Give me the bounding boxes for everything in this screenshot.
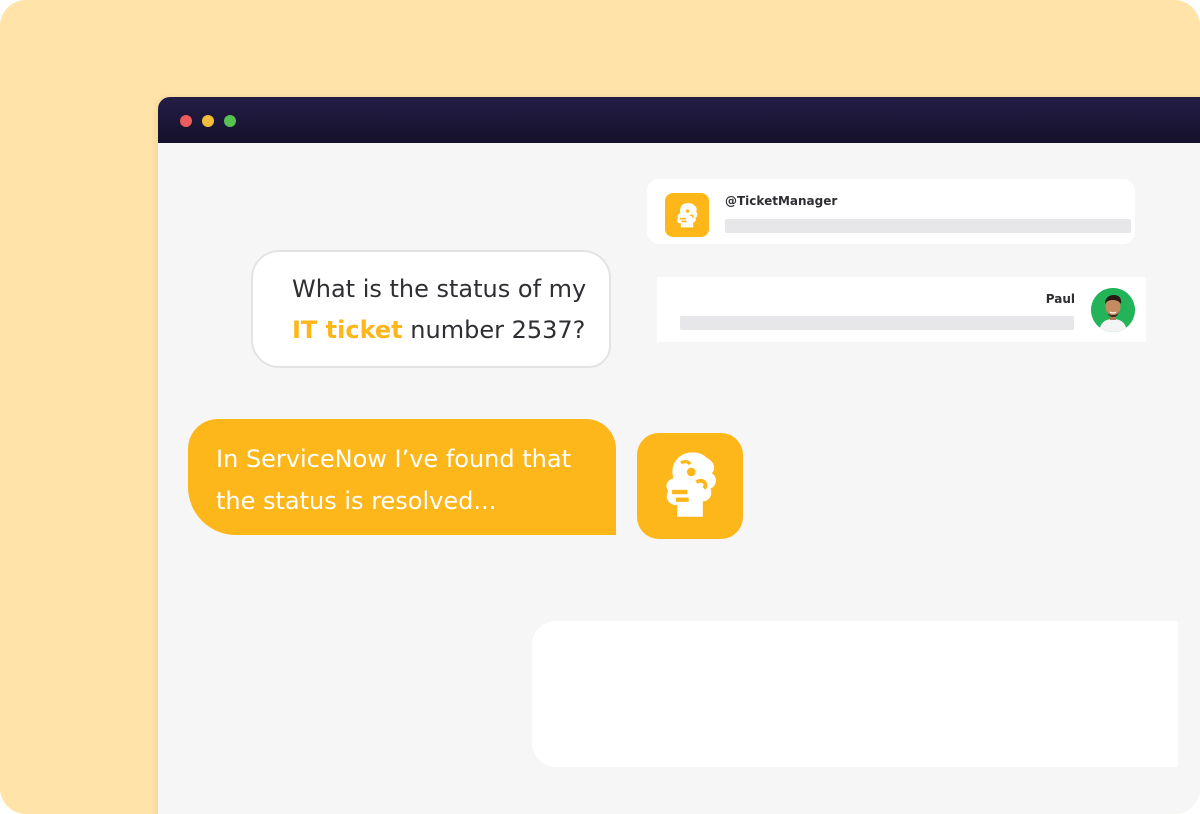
page-background: @TicketManager Paul What is the status o… bbox=[0, 0, 1200, 814]
user-message-line-2-rest: number 2537? bbox=[402, 316, 586, 344]
highlighted-keyword: IT ticket bbox=[292, 316, 403, 344]
minimize-window-button[interactable] bbox=[202, 115, 214, 127]
bot-reply-line-2: the status is resolved... bbox=[216, 487, 497, 515]
monkey-bot-icon bbox=[665, 193, 709, 237]
ticket-manager-card: @TicketManager bbox=[647, 179, 1135, 244]
app-window: @TicketManager Paul What is the status o… bbox=[158, 97, 1200, 814]
user-avatar bbox=[1091, 288, 1135, 332]
window-titlebar bbox=[158, 97, 1200, 143]
user-message-line-2: IT ticket number 2537? bbox=[292, 316, 585, 344]
compose-panel[interactable] bbox=[532, 621, 1178, 767]
user-message-bubble: What is the status of my IT ticket numbe… bbox=[251, 250, 611, 368]
sender-name: Paul bbox=[1045, 292, 1075, 306]
close-window-button[interactable] bbox=[180, 115, 192, 127]
maximize-window-button[interactable] bbox=[224, 115, 236, 127]
bot-reply-line-1: In ServiceNow I’ve found that bbox=[216, 445, 571, 473]
bot-reply-bubble: In ServiceNow I’ve found that the status… bbox=[188, 419, 616, 535]
user-message-line-1: What is the status of my bbox=[292, 275, 587, 303]
bot-avatar-icon bbox=[637, 433, 743, 539]
message-placeholder-bar bbox=[680, 316, 1074, 330]
paul-message-card: Paul bbox=[657, 277, 1146, 342]
mention-handle: @TicketManager bbox=[725, 194, 838, 208]
message-placeholder-bar bbox=[725, 219, 1131, 233]
